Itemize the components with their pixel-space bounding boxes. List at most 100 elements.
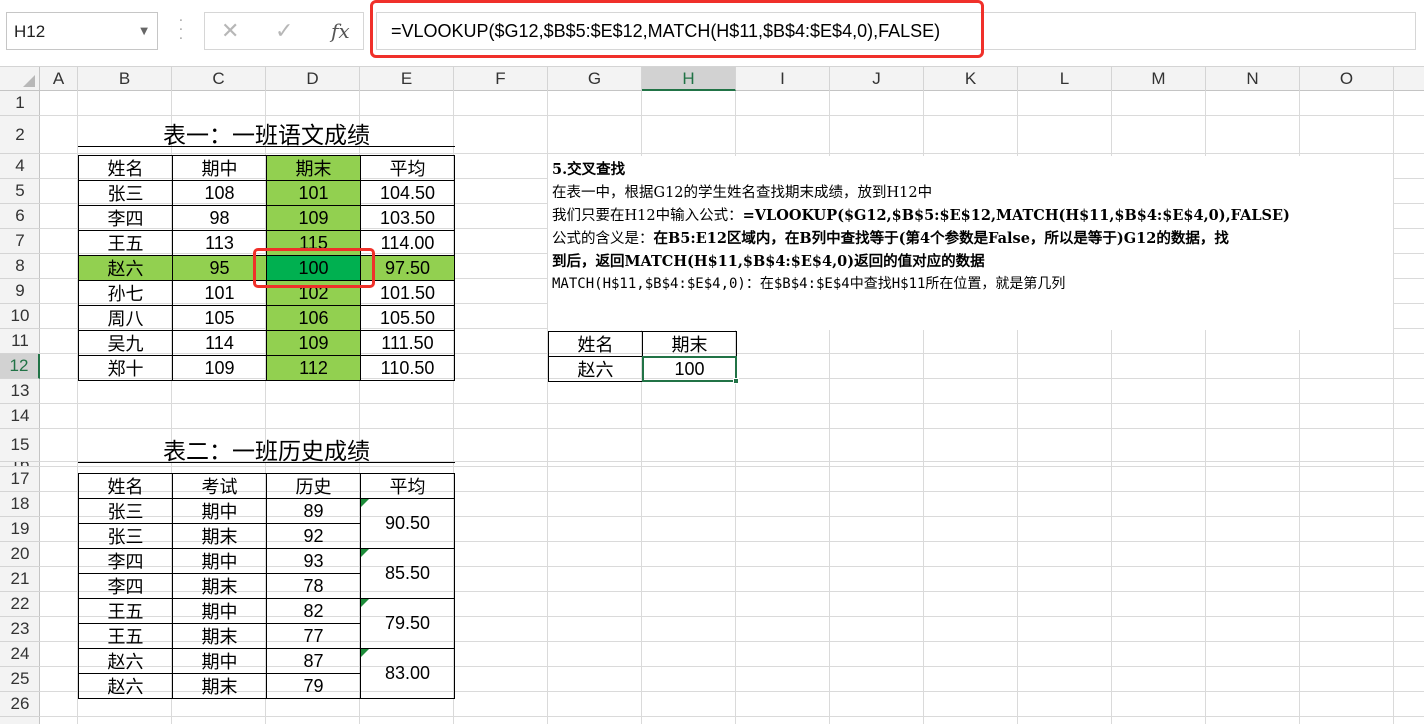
table1-cell[interactable]: 李四 bbox=[78, 205, 173, 231]
table2-cell[interactable]: 78 bbox=[266, 573, 361, 599]
table2-average-cell[interactable]: 83.00 bbox=[360, 648, 455, 699]
column-header-h[interactable]: H bbox=[642, 67, 736, 91]
table1-cell[interactable]: 101 bbox=[266, 180, 361, 206]
table2-cell[interactable]: 李四 bbox=[78, 548, 173, 574]
row-header-18[interactable]: 18 bbox=[0, 492, 40, 517]
table1-cell[interactable]: 郑十 bbox=[78, 355, 173, 381]
table2-cell[interactable]: 期中 bbox=[172, 648, 267, 674]
lookup-name-cell[interactable]: 赵六 bbox=[548, 356, 643, 382]
row-header-26[interactable]: 26 bbox=[0, 692, 40, 717]
row-header-11[interactable]: 11 bbox=[0, 329, 40, 354]
table2-cell[interactable]: 赵六 bbox=[78, 673, 173, 699]
cancel-icon[interactable]: ✕ bbox=[221, 19, 239, 44]
row-header-21[interactable]: 21 bbox=[0, 567, 40, 592]
row-header-5[interactable]: 5 bbox=[0, 179, 40, 204]
table2-cell[interactable]: 期末 bbox=[172, 523, 267, 549]
table1-cell[interactable]: 王五 bbox=[78, 230, 173, 256]
table2-cell[interactable]: 87 bbox=[266, 648, 361, 674]
fill-handle[interactable] bbox=[733, 378, 739, 384]
row-header-17[interactable]: 17 bbox=[0, 467, 40, 492]
table2-cell[interactable]: 王五 bbox=[78, 598, 173, 624]
row-header-2[interactable]: 2 bbox=[0, 116, 40, 154]
table2-cell[interactable]: 期中 bbox=[172, 548, 267, 574]
table1-cell[interactable]: 110.50 bbox=[360, 355, 455, 381]
table1-cell[interactable]: 106 bbox=[266, 305, 361, 331]
description-text-box[interactable]: 5.交叉查找 在表一中，根据G12的学生姓名查找期末成绩，放到H12中 我们只要… bbox=[548, 156, 1393, 330]
table2-average-cell[interactable]: 85.50 bbox=[360, 548, 455, 599]
formula-bar-grip-icon[interactable]: · · · bbox=[174, 15, 188, 46]
column-header-i[interactable]: I bbox=[736, 67, 830, 91]
insert-function-icon[interactable]: fx bbox=[331, 19, 350, 43]
table1-cell[interactable]: 114 bbox=[172, 330, 267, 356]
column-header-d[interactable]: D bbox=[266, 67, 360, 91]
column-header-k[interactable]: K bbox=[924, 67, 1018, 91]
table1-cell[interactable]: 吴九 bbox=[78, 330, 173, 356]
table1-header-name[interactable]: 姓名 bbox=[78, 155, 173, 181]
row-header-23[interactable]: 23 bbox=[0, 617, 40, 642]
row-header-25[interactable]: 25 bbox=[0, 667, 40, 692]
column-header-l[interactable]: L bbox=[1018, 67, 1112, 91]
table1-cell[interactable]: 孙七 bbox=[78, 280, 173, 306]
row-header-8[interactable]: 8 bbox=[0, 254, 40, 279]
table2-cell[interactable]: 92 bbox=[266, 523, 361, 549]
row-header-14[interactable]: 14 bbox=[0, 404, 40, 429]
table2-cell[interactable]: 期中 bbox=[172, 498, 267, 524]
row-header-7[interactable]: 7 bbox=[0, 229, 40, 254]
table2-average-cell[interactable]: 90.50 bbox=[360, 498, 455, 549]
table1-header-final[interactable]: 期末 bbox=[266, 155, 361, 181]
table2-cell[interactable]: 82 bbox=[266, 598, 361, 624]
table1-cell[interactable]: 105.50 bbox=[360, 305, 455, 331]
table2-title[interactable]: 表二：一班历史成绩 bbox=[78, 436, 455, 465]
table2-cell[interactable]: 张三 bbox=[78, 523, 173, 549]
table2-header-name[interactable]: 姓名 bbox=[78, 473, 173, 499]
row-header-12[interactable]: 12 bbox=[0, 354, 40, 379]
table1-cell[interactable]: 109 bbox=[266, 330, 361, 356]
table1-cell[interactable]: 108 bbox=[172, 180, 267, 206]
table2-average-cell[interactable]: 79.50 bbox=[360, 598, 455, 649]
table1-cell[interactable]: 张三 bbox=[78, 180, 173, 206]
confirm-icon[interactable]: ✓ bbox=[275, 19, 293, 44]
table1-title[interactable]: 表一：一班语文成绩 bbox=[78, 120, 455, 149]
column-header-m[interactable]: M bbox=[1112, 67, 1206, 91]
table1-cell[interactable]: 103.50 bbox=[360, 205, 455, 231]
table2-header-exam[interactable]: 考试 bbox=[172, 473, 267, 499]
table2-cell[interactable]: 期中 bbox=[172, 598, 267, 624]
table2-cell[interactable]: 李四 bbox=[78, 573, 173, 599]
column-header-j[interactable]: J bbox=[830, 67, 924, 91]
table2-cell[interactable]: 王五 bbox=[78, 623, 173, 649]
row-header-24[interactable]: 24 bbox=[0, 642, 40, 667]
table1-cell[interactable]: 赵六 bbox=[78, 255, 173, 281]
error-indicator-icon[interactable] bbox=[361, 499, 369, 507]
row-header-9[interactable]: 9 bbox=[0, 279, 40, 304]
worksheet-grid[interactable]: 表一：一班语文成绩 姓名 期中 期末 平均 张三 108 101 104.50 李四 98… bbox=[40, 91, 1424, 724]
select-all-button[interactable] bbox=[0, 67, 40, 91]
lookup-header-name[interactable]: 姓名 bbox=[548, 331, 643, 357]
column-header-b[interactable]: B bbox=[78, 67, 172, 91]
table1-cell[interactable]: 98 bbox=[172, 205, 267, 231]
column-header-o[interactable]: O bbox=[1300, 67, 1394, 91]
column-header-a[interactable]: A bbox=[40, 67, 78, 91]
row-header-13[interactable]: 13 bbox=[0, 379, 40, 404]
row-header-20[interactable]: 20 bbox=[0, 542, 40, 567]
name-box-dropdown-icon[interactable]: ▼ bbox=[140, 26, 148, 37]
error-indicator-icon[interactable] bbox=[361, 599, 369, 607]
lookup-header-final[interactable]: 期末 bbox=[642, 331, 737, 357]
name-box[interactable]: H12 ▼ bbox=[6, 12, 158, 50]
table1-cell[interactable]: 109 bbox=[266, 205, 361, 231]
column-header-e[interactable]: E bbox=[360, 67, 454, 91]
table1-cell[interactable]: 111.50 bbox=[360, 330, 455, 356]
table2-cell[interactable]: 93 bbox=[266, 548, 361, 574]
table2-header-average[interactable]: 平均 bbox=[360, 473, 455, 499]
column-header-c[interactable]: C bbox=[172, 67, 266, 91]
row-header-15[interactable]: 15 bbox=[0, 429, 40, 462]
row-header-4[interactable]: 4 bbox=[0, 154, 40, 179]
column-header-n[interactable]: N bbox=[1206, 67, 1300, 91]
table2-cell[interactable]: 77 bbox=[266, 623, 361, 649]
table1-cell[interactable]: 105 bbox=[172, 305, 267, 331]
table1-cell[interactable]: 周八 bbox=[78, 305, 173, 331]
column-header-g[interactable]: G bbox=[548, 67, 642, 91]
table1-header-average[interactable]: 平均 bbox=[360, 155, 455, 181]
column-header-f[interactable]: F bbox=[454, 67, 548, 91]
table2-cell[interactable]: 89 bbox=[266, 498, 361, 524]
table1-header-midterm[interactable]: 期中 bbox=[172, 155, 267, 181]
